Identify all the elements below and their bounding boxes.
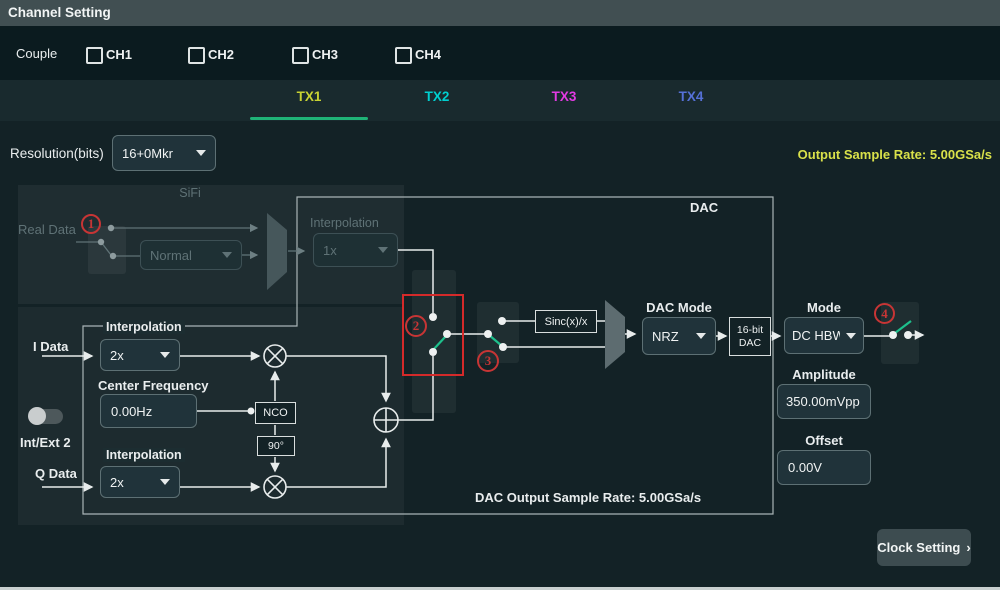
tab-tx1[interactable]: TX1: [259, 80, 359, 118]
amplitude-label: Amplitude: [777, 367, 871, 382]
checkbox-ch2[interactable]: [188, 47, 205, 64]
annotation-3: 3: [477, 350, 499, 372]
offset-value: 0.00V: [788, 460, 822, 475]
sifi-interpolation-value: 1x: [323, 243, 372, 258]
checkbox-ch2-label: CH2: [208, 47, 234, 62]
phase-90-label: 90°: [268, 440, 284, 452]
clock-setting-button[interactable]: Clock Setting ›: [877, 529, 971, 566]
i-interpolation-label: Interpolation: [103, 320, 185, 334]
sinc-filter-label: Sinc(x)/x: [545, 316, 588, 328]
checkbox-ch3-label: CH3: [312, 47, 338, 62]
checkbox-ch1[interactable]: [86, 47, 103, 64]
amplitude-field[interactable]: 350.00mVpp: [777, 384, 871, 419]
dac-output-rate-text: DAC Output Sample Rate: 5.00GSa/s: [448, 490, 728, 505]
couple-row: Couple CH1 CH2 CH3 CH4: [0, 26, 1000, 80]
checkbox-ch3[interactable]: [292, 47, 309, 64]
chevron-down-icon: [196, 150, 206, 156]
annotation-1: 1: [81, 214, 101, 234]
checkbox-ch4[interactable]: [395, 47, 412, 64]
int-ext-toggle[interactable]: [30, 409, 63, 424]
active-tab-underline: [250, 117, 368, 120]
output-mode-value: DC HBW: [792, 328, 840, 343]
dac-chip-box: 16-bit DAC: [729, 317, 771, 356]
dac-mode-dropdown[interactable]: NRZ: [642, 317, 716, 355]
i-interpolation-dropdown[interactable]: 2x: [100, 339, 180, 371]
chevron-down-icon: [696, 333, 706, 339]
dac-mux: [605, 300, 625, 369]
window-title: Channel Setting: [8, 0, 111, 26]
output-mode-dropdown[interactable]: DC HBW: [784, 317, 864, 354]
dac-mode-value: NRZ: [652, 329, 690, 344]
sifi-mode-value: Normal: [150, 248, 216, 263]
annotation-2: 2: [405, 315, 427, 337]
chevron-down-icon: [160, 352, 170, 358]
tx-tab-bar: TX1 TX2 TX3 TX4: [0, 80, 1000, 121]
sinc-filter-box: Sinc(x)/x: [535, 310, 597, 333]
couple-label: Couple: [16, 46, 57, 61]
chevron-right-icon: ›: [966, 540, 970, 555]
dac-chip-line2: DAC: [739, 337, 761, 349]
tab-tx3[interactable]: TX3: [514, 80, 614, 118]
q-data-label: Q Data: [35, 466, 77, 481]
i-data-label: I Data: [33, 339, 68, 354]
resolution-value: 16+0Mkr: [122, 146, 190, 161]
chevron-down-icon: [160, 479, 170, 485]
checkbox-ch4-label: CH4: [415, 47, 441, 62]
int-ext-toggle-label: Int/Ext 2: [20, 435, 71, 450]
dac-chip-line1: 16-bit: [737, 324, 763, 336]
offset-label: Offset: [777, 433, 871, 448]
q-interpolation-value: 2x: [110, 475, 154, 490]
tab-tx4[interactable]: TX4: [641, 80, 741, 118]
title-bar: Channel Setting: [0, 0, 1000, 26]
center-frequency-label: Center Frequency: [98, 378, 209, 393]
sifi-interpolation-label: Interpolation: [310, 216, 379, 230]
tab-tx2[interactable]: TX2: [387, 80, 487, 118]
nco-box: NCO: [255, 402, 296, 424]
channel-setting-window: Channel Setting Couple CH1 CH2 CH3 CH4 T…: [0, 0, 1000, 590]
chevron-down-icon: [378, 247, 388, 253]
clock-setting-label: Clock Setting: [877, 540, 960, 555]
center-frequency-field[interactable]: 0.00Hz: [100, 394, 197, 428]
phase-90-box: 90°: [257, 436, 295, 456]
iq-panel: [18, 307, 404, 525]
q-interpolation-dropdown[interactable]: 2x: [100, 466, 180, 498]
resolution-label: Resolution(bits): [10, 146, 104, 161]
amplitude-value: 350.00mVpp: [786, 394, 860, 409]
offset-field[interactable]: 0.00V: [777, 450, 871, 485]
real-data-label: Real Data: [18, 222, 76, 237]
checkbox-ch1-label: CH1: [106, 47, 132, 62]
chevron-down-icon: [222, 252, 232, 258]
resolution-dropdown[interactable]: 16+0Mkr: [112, 135, 216, 171]
nco-label: NCO: [263, 407, 287, 419]
sifi-title: SiFi: [120, 186, 260, 200]
sifi-mode-dropdown[interactable]: Normal: [140, 240, 242, 270]
dac-title: DAC: [690, 200, 718, 215]
dac-mode-label: DAC Mode: [642, 300, 716, 315]
q-interpolation-label: Interpolation: [103, 448, 185, 462]
sifi-interpolation-dropdown[interactable]: 1x: [313, 233, 398, 267]
i-interpolation-value: 2x: [110, 348, 154, 363]
output-mode-label: Mode: [784, 300, 864, 315]
toggle-knob: [28, 407, 46, 425]
chevron-down-icon: [846, 333, 856, 339]
output-sample-rate-text: Output Sample Rate: 5.00GSa/s: [700, 147, 992, 162]
center-frequency-value: 0.00Hz: [111, 404, 152, 419]
annotation-4: 4: [874, 303, 895, 324]
